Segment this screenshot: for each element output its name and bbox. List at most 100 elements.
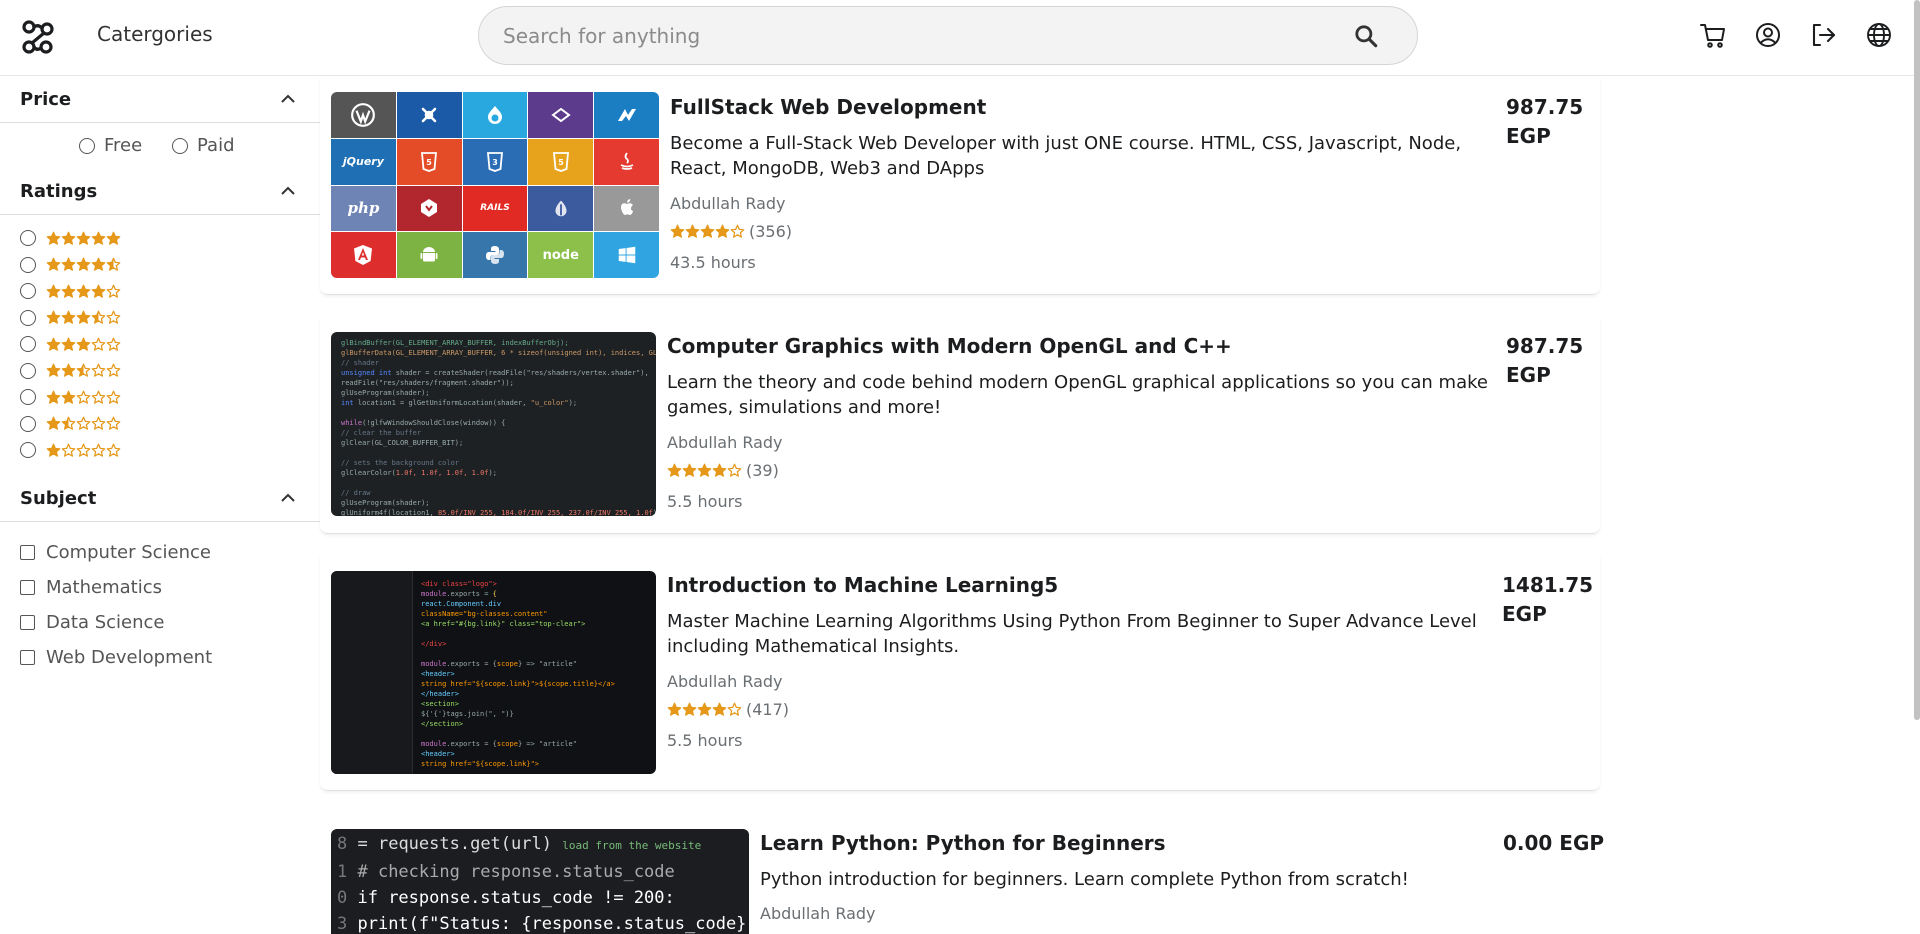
course-thumbnail[interactable]: glBindBuffer(GL_ELEMENT_ARRAY_BUFFER, in… (331, 332, 656, 516)
subject-checkbox[interactable] (20, 579, 35, 595)
user-profile-icon[interactable] (1753, 20, 1783, 50)
price-filter-header[interactable]: Price (0, 77, 320, 123)
cart-icon[interactable] (1698, 20, 1728, 50)
search-icon[interactable] (1353, 23, 1379, 49)
ratings-filter-header[interactable]: Ratings (0, 169, 320, 215)
python-code-line: # checking response.status_code (357, 862, 675, 882)
subject-checkbox[interactable] (20, 649, 35, 665)
python-code-line: requests.get(url) (377, 834, 552, 854)
logo-icon[interactable] (20, 18, 56, 56)
rating-radio[interactable] (20, 442, 36, 459)
tile-java-icon (594, 138, 659, 185)
subject-filter-header[interactable]: Subject (0, 476, 320, 522)
rating-option[interactable] (20, 305, 320, 332)
course-card[interactable]: 8 = requests.get(url) load from the webs… (320, 813, 1604, 934)
python-code-image: 8 = requests.get(url) load from the webs… (331, 829, 749, 934)
star-icon (91, 443, 106, 457)
paid-radio[interactable] (172, 137, 188, 154)
course-author: Abdullah Rady (760, 904, 876, 923)
star-icon (46, 363, 61, 377)
subject-option-computer-science[interactable]: Computer Science (20, 535, 320, 570)
star-icon (91, 310, 106, 324)
rating-radio[interactable] (20, 362, 36, 379)
price-option-free[interactable]: Free (79, 135, 142, 156)
course-price: 987.75 EGP (1506, 93, 1596, 151)
chevron-up-icon[interactable] (278, 491, 298, 505)
rating-option[interactable] (20, 411, 320, 438)
course-thumbnail[interactable]: 8 = requests.get(url) load from the webs… (331, 829, 749, 934)
rating-option[interactable] (20, 437, 320, 464)
subject-checkbox[interactable] (20, 614, 35, 630)
price-option-paid[interactable]: Paid (172, 135, 235, 156)
star-icon (667, 463, 682, 477)
subject-option-data-science[interactable]: Data Science (20, 605, 320, 640)
tile-angularjs-icon (594, 92, 659, 138)
rating-radio[interactable] (20, 230, 36, 247)
rating-radio[interactable] (20, 389, 36, 406)
rating-option[interactable] (20, 384, 320, 411)
star-rating (46, 443, 121, 458)
categories-menu[interactable]: Catergories (97, 22, 213, 46)
globe-language-icon[interactable] (1864, 20, 1894, 50)
star-icon (91, 337, 106, 351)
price-amount: 987.75 (1506, 334, 1584, 358)
star-icon (46, 390, 61, 404)
star-icon (667, 702, 682, 716)
rating-radio[interactable] (20, 283, 36, 300)
star-rating (46, 284, 121, 299)
page-scrollbar[interactable] (1914, 0, 1920, 720)
course-title[interactable]: FullStack Web Development (670, 95, 986, 119)
python-code-line: print(f"Status: {response.status_code}") (357, 914, 749, 934)
star-icon (61, 257, 76, 271)
top-navbar: Catergories (0, 0, 1920, 76)
tile-label: jQuery (342, 155, 384, 169)
course-card[interactable]: glBindBuffer(GL_ELEMENT_ARRAY_BUFFER, in… (320, 316, 1600, 534)
chevron-up-icon[interactable] (278, 92, 298, 106)
star-icon (76, 390, 91, 404)
course-description: Master Machine Learning Algorithms Using… (667, 611, 1477, 657)
rating-option[interactable] (20, 225, 320, 252)
course-title[interactable]: Introduction to Machine Learning5 (667, 573, 1058, 597)
star-icon (61, 231, 76, 245)
course-card[interactable]: jQuery 5 3 5 php RAILS node FullStack Web Deve… (320, 77, 1600, 295)
course-thumbnail[interactable]: <div class="logo"> module.exports = { re… (331, 571, 656, 774)
free-radio[interactable] (79, 137, 95, 154)
star-icon (76, 337, 91, 351)
rating-option[interactable] (20, 358, 320, 385)
star-icon (697, 702, 712, 716)
star-rating (46, 390, 121, 405)
course-thumbnail[interactable]: jQuery 5 3 5 php RAILS node (331, 92, 659, 278)
star-icon (106, 416, 121, 430)
star-icon (91, 390, 106, 404)
star-icon (106, 337, 121, 351)
course-hours: 43.5 hours (670, 253, 756, 272)
logout-icon[interactable] (1808, 20, 1838, 50)
search-input[interactable] (503, 7, 1323, 64)
chevron-up-icon[interactable] (278, 184, 298, 198)
star-icon (76, 231, 91, 245)
tile-onion-icon (528, 185, 594, 232)
course-title[interactable]: Computer Graphics with Modern OpenGL and… (667, 334, 1232, 358)
course-card[interactable]: <div class="logo"> module.exports = { re… (320, 555, 1600, 791)
subject-label: Mathematics (46, 576, 162, 598)
course-author: Abdullah Rady (667, 433, 783, 452)
rating-option[interactable] (20, 331, 320, 358)
rating-radio[interactable] (20, 256, 36, 273)
course-title[interactable]: Learn Python: Python for Beginners (760, 831, 1166, 855)
rating-radio[interactable] (20, 336, 36, 353)
price-option-label: Free (104, 135, 143, 156)
star-icon (61, 337, 76, 351)
subject-checkbox[interactable] (20, 544, 35, 560)
rating-radio[interactable] (20, 415, 36, 432)
tile-windows-icon (594, 232, 659, 278)
rating-option[interactable] (20, 252, 320, 279)
rating-radio[interactable] (20, 309, 36, 326)
subject-option-mathematics[interactable]: Mathematics (20, 570, 320, 605)
star-icon (46, 337, 61, 351)
star-rating (46, 416, 121, 431)
star-icon (91, 284, 106, 298)
rating-option[interactable] (20, 278, 320, 305)
subject-option-web-development[interactable]: Web Development (20, 640, 320, 675)
rating-count: (356) (749, 222, 793, 241)
course-description: Python introduction for beginners. Learn… (760, 869, 1409, 890)
